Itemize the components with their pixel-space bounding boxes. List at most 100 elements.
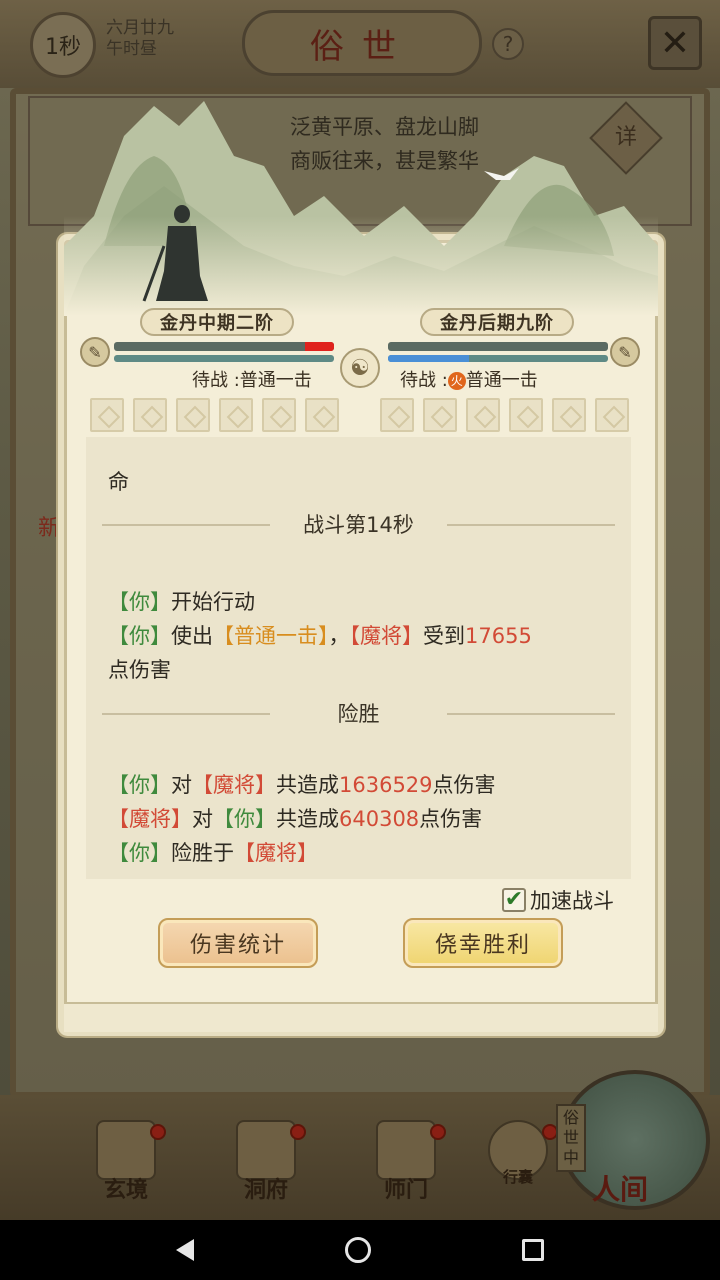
player-skill-slot[interactable] <box>176 398 210 432</box>
close-button[interactable]: ✕ <box>648 16 702 70</box>
enemy-tag: 【魔将】 <box>234 841 318 865</box>
checkbox-checked-icon[interactable]: ✔ <box>502 888 526 912</box>
log-text: 对 <box>192 807 213 831</box>
notification-dot <box>430 1124 446 1140</box>
enemy-tag: 【魔将】 <box>108 807 192 831</box>
nav-item-shimen[interactable]: 师门 <box>366 1120 446 1210</box>
ally-tag: 【你】 <box>108 841 171 865</box>
player-skill-slot[interactable] <box>90 398 124 432</box>
nav-item-xuanjing[interactable]: 玄境 <box>86 1120 166 1210</box>
speed-timer-button[interactable]: 1秒 <box>30 12 96 78</box>
skill-tag: 【普通一击】 <box>213 624 329 648</box>
nav-label: 师门 <box>383 1177 428 1203</box>
enemy-mp-fill <box>388 355 470 362</box>
player-skill-slot[interactable] <box>305 398 339 432</box>
date-line-1: 六月廿九 <box>106 18 174 38</box>
summary-entry: 【魔将】对【你】共造成640308点伤害 <box>108 802 482 836</box>
enemy-realm-label: 金丹后期九阶 <box>420 308 574 336</box>
damage-value: 640308 <box>339 807 420 831</box>
damage-value: 17655 <box>465 624 532 648</box>
date-line-2: 午时昼 <box>106 39 157 59</box>
player-hp-bar <box>114 342 334 351</box>
enemy-skill-slot[interactable] <box>423 398 457 432</box>
nav-label: 玄境 <box>103 1177 148 1203</box>
enemy-pending-skill: 普通一击 <box>465 370 538 391</box>
log-entry: 【你】使出【普通一击】，【魔将】受到17655 <box>108 619 532 653</box>
player-skill-slot[interactable] <box>133 398 167 432</box>
log-text: 开始行动 <box>171 590 255 614</box>
log-entry: 【你】开始行动 <box>108 585 255 619</box>
log-text: 受到 <box>423 624 465 648</box>
notification-dot <box>290 1124 306 1140</box>
battle-log[interactable]: 命 战斗第14秒 【你】开始行动 【你】使出【普通一击】，【魔将】受到17655… <box>86 437 631 879</box>
log-entry-continued: 点伤害 <box>108 658 171 682</box>
nav-label: 洞府 <box>243 1177 288 1203</box>
enemy-pending-action: 待战 : 火普通一击 <box>400 366 538 392</box>
result-separator: 险胜 <box>102 697 615 731</box>
enemy-mp-bar <box>388 355 608 362</box>
enemy-skill-slot[interactable] <box>595 398 629 432</box>
log-text: ， <box>328 624 350 648</box>
ally-tag: 【你】 <box>213 807 276 831</box>
back-icon[interactable] <box>175 1239 194 1261</box>
log-text: 点伤害 <box>419 807 483 831</box>
round-separator: 战斗第14秒 <box>102 508 615 542</box>
enemy-avatar-icon[interactable]: ✎ <box>610 337 640 367</box>
nav-item-dongfu[interactable]: 洞府 <box>226 1120 306 1210</box>
log-cut-line <box>108 437 608 439</box>
mountain-landscape <box>64 101 658 316</box>
summary-entry: 【你】对【魔将】共造成1636529点伤害 <box>108 768 496 802</box>
enemy-skill-slot[interactable] <box>466 398 500 432</box>
recent-apps-icon[interactable] <box>522 1239 545 1261</box>
nav-label: 行囊 <box>502 1168 533 1186</box>
ally-tag: 【你】 <box>108 624 171 648</box>
speed-battle-toggle[interactable]: ✔ 加速战斗 <box>502 885 614 915</box>
enemy-tag: 【魔将】 <box>192 773 276 797</box>
enemy-tag: 【魔将】 <box>349 624 424 648</box>
speed-battle-label: 加速战斗 <box>530 889 614 913</box>
player-mp-bar <box>114 355 334 362</box>
scroll-icon <box>96 1120 156 1180</box>
round-header: 战斗第14秒 <box>303 513 414 537</box>
ally-tag: 【你】 <box>108 773 171 797</box>
world-label: 人间 <box>592 1173 649 1206</box>
log-text: 共造成 <box>276 773 339 797</box>
home-icon[interactable] <box>344 1237 371 1263</box>
log-text: 险胜于 <box>171 841 234 865</box>
player-realm-label: 金丹中期二阶 <box>140 308 294 336</box>
help-button[interactable]: ? <box>492 28 524 60</box>
side-new-badge: 新 <box>38 516 61 541</box>
player-pending-action: 待战 :普通一击 <box>192 370 312 391</box>
log-text: 点伤害 <box>432 773 496 797</box>
enemy-pending-prefix: 待战 : <box>400 370 448 391</box>
log-text: 共造成 <box>276 807 339 831</box>
log-text: 对 <box>171 773 192 797</box>
fire-element-icon: 火 <box>447 372 466 390</box>
summary-entry: 【你】险胜于【魔将】 <box>108 836 318 870</box>
enemy-skill-slot[interactable] <box>552 398 586 432</box>
nav-item-xingnang[interactable]: 行囊 <box>478 1120 558 1210</box>
system-nav-bar <box>0 1220 720 1280</box>
taiji-icon: ☯ <box>340 348 380 388</box>
player-skill-slot[interactable] <box>262 398 296 432</box>
damage-value: 1636529 <box>339 773 433 797</box>
player-hp-lost <box>305 342 334 351</box>
ally-tag: 【你】 <box>108 590 171 614</box>
dialog-scroll-bottom <box>64 1002 658 1032</box>
enemy-skill-slot[interactable] <box>509 398 543 432</box>
log-truncated-line: 命 <box>108 470 129 494</box>
enemy-hp-bar <box>388 342 608 351</box>
log-text: 使出 <box>171 624 213 648</box>
player-skill-slot[interactable] <box>219 398 253 432</box>
world-status-tag: 俗世中 <box>556 1104 586 1172</box>
game-date: 六月廿九 午时昼 <box>106 18 174 60</box>
banner-icon <box>376 1120 436 1180</box>
battle-scene <box>64 96 658 316</box>
player-avatar-icon[interactable]: ✎ <box>80 337 110 367</box>
enemy-skill-slot[interactable] <box>380 398 414 432</box>
victory-confirm-button[interactable]: 侥幸胜利 <box>403 918 563 968</box>
result-header: 险胜 <box>337 702 380 726</box>
page-title: 俗世 <box>242 10 482 76</box>
damage-stats-button[interactable]: 伤害统计 <box>158 918 318 968</box>
notification-dot <box>150 1124 166 1140</box>
